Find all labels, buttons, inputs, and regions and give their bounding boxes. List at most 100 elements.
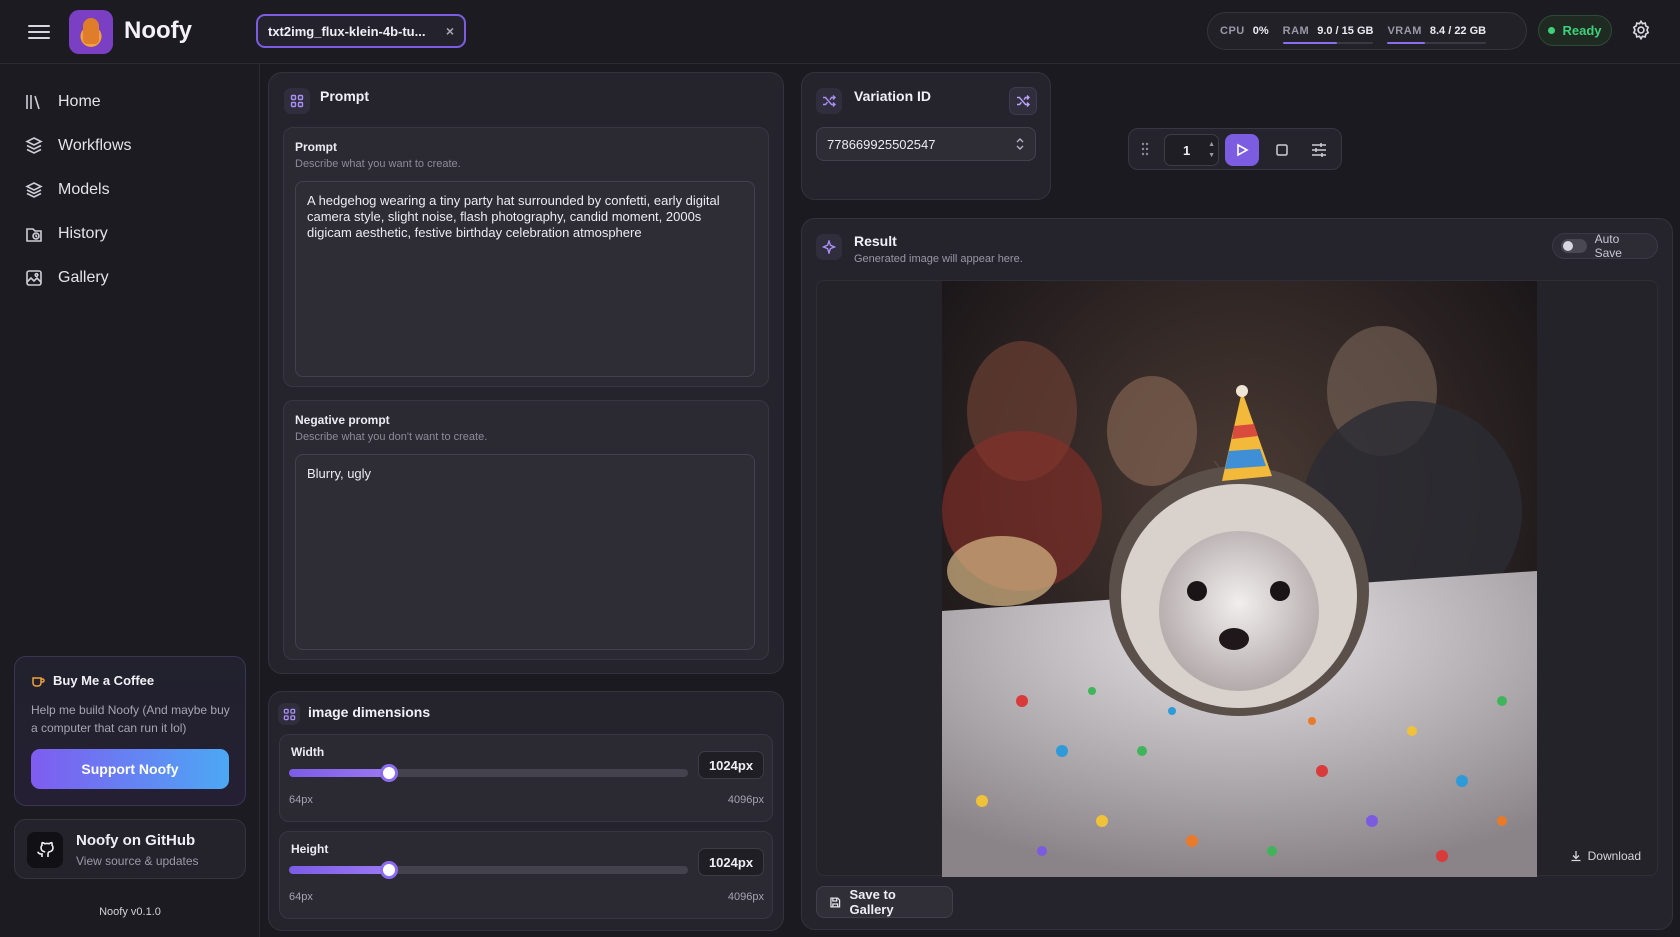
app-logo: [69, 10, 113, 54]
chevron-updown-icon[interactable]: [1015, 137, 1025, 151]
sidebar-item-label: History: [58, 225, 108, 242]
vram-stat: VRAM 8.4 / 22 GB: [1387, 25, 1487, 44]
menu-icon[interactable]: [28, 21, 50, 41]
vram-label: VRAM: [1387, 25, 1422, 37]
download-button[interactable]: Download: [1570, 849, 1641, 863]
result-subtitle: Generated image will appear here.: [854, 253, 1023, 265]
prompt-panel-title: Prompt: [320, 88, 369, 104]
cpu-label: CPU: [1220, 25, 1245, 37]
width-slider[interactable]: [289, 764, 688, 782]
sidebar-item-workflows[interactable]: Workflows: [24, 130, 132, 162]
prompt-input[interactable]: A hedgehog wearing a tiny party hat surr…: [295, 181, 755, 377]
auto-save-switch[interactable]: [1561, 239, 1587, 253]
ram-usage-bar: [1282, 42, 1374, 44]
randomize-seed-button[interactable]: [1009, 87, 1037, 115]
download-label: Download: [1587, 849, 1641, 863]
sliders-icon: [1312, 143, 1326, 157]
vram-usage-bar: [1387, 42, 1487, 44]
play-icon: [1237, 143, 1249, 157]
variation-id-value: 778669925502547: [827, 136, 936, 152]
grid-icon: [278, 703, 300, 725]
settings-sliders-button[interactable]: [1303, 134, 1335, 166]
history-icon: [26, 228, 42, 242]
negative-prompt-label: Negative prompt: [295, 413, 390, 427]
prompt-card: Prompt Describe what you want to create.…: [283, 127, 769, 387]
gear-icon[interactable]: [1630, 19, 1652, 41]
hedgehog-photo: [942, 281, 1537, 877]
save-to-gallery-button[interactable]: Save to Gallery: [816, 886, 953, 918]
generated-image: [942, 281, 1537, 877]
batch-count-stepper[interactable]: 1 ▲ ▼: [1164, 134, 1219, 166]
sidebar-item-home[interactable]: Home: [24, 86, 101, 118]
sidebar-item-models[interactable]: Models: [24, 174, 110, 206]
app-name: Noofy: [124, 17, 192, 44]
negative-prompt-hint: Describe what you don't want to create.: [295, 431, 488, 443]
save-icon: [830, 897, 841, 907]
save-to-gallery-label: Save to Gallery: [849, 887, 896, 917]
shuffle-icon: [816, 88, 842, 114]
download-icon: [1571, 851, 1581, 862]
layers-icon: [25, 182, 43, 198]
sidebar-item-history[interactable]: History: [24, 218, 108, 250]
auto-save-toggle[interactable]: Auto Save: [1552, 232, 1658, 260]
run-button[interactable]: [1225, 134, 1259, 166]
result-image-area: Download: [816, 280, 1658, 877]
grid-icon: [284, 88, 310, 114]
status-text: Ready: [1562, 23, 1602, 38]
gallery-icon: [26, 270, 42, 286]
prompt-hint: Describe what you want to create.: [295, 158, 461, 170]
height-slider-thumb[interactable]: [379, 861, 398, 879]
sidebar-item-label: Models: [58, 181, 110, 198]
image-dimensions-panel: image dimensions Width 1024px 64px 4096p…: [268, 691, 784, 931]
shuffle-icon: [1017, 95, 1030, 107]
ram-stat: RAM 9.0 / 15 GB: [1282, 25, 1374, 44]
width-slider-fill: [289, 769, 389, 777]
close-tab-icon[interactable]: ×: [446, 23, 454, 39]
sidebar: Home Workflows Models History Gallery Bu…: [0, 64, 260, 937]
width-min: 64px: [289, 794, 313, 806]
cpu-stat: CPU 0%: [1220, 25, 1269, 37]
run-toolbar: 1 ▲ ▼: [1128, 128, 1342, 170]
ram-label: RAM: [1282, 25, 1310, 37]
height-slider-card: Height 1024px 64px 4096px: [279, 831, 773, 919]
auto-save-label: Auto Save: [1594, 232, 1622, 260]
drag-handle-icon[interactable]: [1141, 142, 1149, 156]
github-link[interactable]: Noofy on GitHub View source & updates: [14, 819, 246, 879]
sidebar-item-label: Home: [58, 93, 101, 110]
width-slider-thumb[interactable]: [379, 764, 398, 782]
negative-prompt-input[interactable]: Blurry, ugly: [295, 454, 755, 650]
workflow-tab-label: txt2img_flux-klein-4b-tu...: [268, 23, 426, 39]
negative-prompt-card: Negative prompt Describe what you don't …: [283, 400, 769, 660]
buy-me-a-coffee-card: Buy Me a Coffee Help me build Noofy (And…: [14, 656, 246, 806]
result-panel: Result Generated image will appear here.…: [801, 218, 1673, 930]
width-label: Width: [291, 745, 325, 759]
variation-id-input[interactable]: 778669925502547: [816, 127, 1036, 161]
height-value[interactable]: 1024px: [698, 848, 764, 876]
sidebar-item-label: Workflows: [58, 137, 132, 154]
workflow-tab[interactable]: txt2img_flux-klein-4b-tu... ×: [256, 14, 466, 48]
result-title: Result: [854, 233, 897, 249]
support-noofy-button[interactable]: Support Noofy: [31, 749, 229, 789]
stepper-arrows-icon[interactable]: ▲ ▼: [1208, 139, 1215, 161]
coffee-title-text: Buy Me a Coffee: [53, 673, 155, 688]
top-bar: Noofy txt2img_flux-klein-4b-tu... × CPU …: [0, 0, 1680, 64]
ram-value: 9.0 / 15 GB: [1317, 25, 1374, 37]
github-subtitle: View source & updates: [76, 854, 199, 868]
sidebar-item-gallery[interactable]: Gallery: [24, 262, 109, 294]
height-slider-fill: [289, 866, 389, 874]
stop-button[interactable]: [1266, 134, 1298, 166]
cpu-value: 0%: [1252, 25, 1269, 37]
app-version: Noofy v0.1.0: [99, 906, 161, 918]
height-label: Height: [291, 842, 329, 856]
prompt-panel: Prompt Prompt Describe what you want to …: [268, 72, 784, 674]
github-icon: [27, 832, 63, 868]
sparkle-icon: [816, 234, 842, 260]
height-slider[interactable]: [289, 861, 688, 879]
sidebar-item-label: Gallery: [58, 269, 109, 286]
vram-value: 8.4 / 22 GB: [1429, 25, 1487, 37]
width-value[interactable]: 1024px: [698, 751, 764, 779]
workflows-icon: [25, 137, 43, 154]
status-badge: Ready: [1538, 15, 1612, 46]
system-stats: CPU 0% RAM 9.0 / 15 GB VRAM 8.4 / 22 GB: [1207, 12, 1527, 50]
stop-icon: [1276, 144, 1288, 156]
